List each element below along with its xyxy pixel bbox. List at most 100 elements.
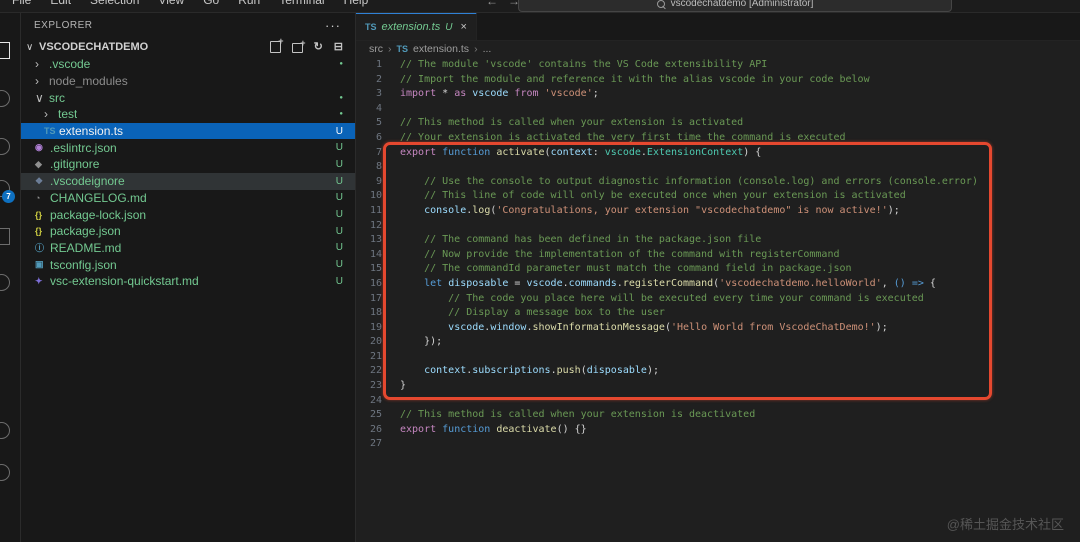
code-line[interactable]: 4 xyxy=(356,102,1080,117)
tree-item-CHANGELOG.md[interactable]: ◔ CHANGELOG.md U xyxy=(20,190,355,207)
git-modified-dot-icon: ● xyxy=(339,61,343,68)
code-text: vscode.window.showInformationMessage('He… xyxy=(448,321,888,333)
code-line[interactable]: 13 // The command has been defined in th… xyxy=(356,233,1080,248)
menu-item-terminal[interactable]: Terminal xyxy=(279,0,324,7)
code-line[interactable]: 7 export function activate(context: vscod… xyxy=(356,146,1080,161)
code-text: } xyxy=(400,380,407,392)
code-line[interactable]: 3 import * as vscode from 'vscode'; xyxy=(356,87,1080,102)
git-untracked-badge: U xyxy=(335,225,343,237)
tree-item-extension.ts[interactable]: TS extension.ts U xyxy=(20,122,355,140)
code-line[interactable]: 26 export function deactivate() {} xyxy=(356,423,1080,438)
search-icon[interactable] xyxy=(0,90,10,107)
chevron-right-icon: › xyxy=(474,43,478,55)
tab-extension-ts[interactable]: TS extension.ts U × xyxy=(356,12,477,40)
code-line[interactable]: 1 // The module 'vscode' contains the VS … xyxy=(356,58,1080,73)
git-untracked-badge: U xyxy=(445,21,453,33)
code-line[interactable]: 2 // Import the module and reference it w… xyxy=(356,73,1080,88)
go-back-icon[interactable]: ← xyxy=(486,0,498,8)
code-line[interactable]: 16 let disposable = vscode.commands.regi… xyxy=(356,277,1080,292)
explorer-icon[interactable] xyxy=(0,42,10,59)
line-number: 17 xyxy=(369,292,382,304)
line-number: 24 xyxy=(369,394,382,406)
code-line[interactable]: 21 xyxy=(356,350,1080,365)
code-line[interactable]: 8 xyxy=(356,160,1080,175)
menu-item-edit[interactable]: Edit xyxy=(50,0,71,7)
tree-item-vsc-extension-quickstart.md[interactable]: ✦ vsc-extension-quickstart.md U xyxy=(20,273,355,290)
code-line[interactable]: 10 // This line of code will only be exe… xyxy=(356,189,1080,204)
tree-item-.gitignore[interactable]: ◆ .gitignore U xyxy=(20,156,355,173)
code-line[interactable]: 5 // This method is called when your exte… xyxy=(356,116,1080,131)
code-line[interactable]: 12 xyxy=(356,219,1080,234)
collapse-all-icon[interactable]: ⊟ xyxy=(334,42,343,53)
command-center-text: vscodechatdemo [Administrator] xyxy=(670,0,814,9)
line-number: 7 xyxy=(375,146,382,158)
breadcrumb-src[interactable]: src xyxy=(369,43,383,55)
breadcrumb-symbol[interactable]: ... xyxy=(483,43,492,55)
code-line[interactable]: 9 // Use the console to output diagnosti… xyxy=(356,175,1080,190)
tree-item-package-lock.json[interactable]: {} package-lock.json U xyxy=(20,206,355,223)
remote-explorer-icon[interactable] xyxy=(0,274,10,291)
new-file-icon[interactable] xyxy=(269,36,284,53)
tab-bar: TS extension.ts U × xyxy=(356,12,1080,41)
code-line[interactable]: 24 xyxy=(356,394,1080,409)
new-folder-icon[interactable] xyxy=(291,38,306,53)
menu-item-help[interactable]: Help xyxy=(344,0,369,7)
tree-item-.vscode[interactable]: › .vscode ● xyxy=(20,56,355,73)
code-line[interactable]: 17 // The code you place here will be ex… xyxy=(356,292,1080,307)
source-control-icon[interactable] xyxy=(0,138,10,155)
code-line[interactable]: 14 // Now provide the implementation of … xyxy=(356,248,1080,263)
code-line[interactable]: 27 xyxy=(356,437,1080,452)
tree-item-.vscodeignore[interactable]: ❖ .vscodeignore U xyxy=(20,172,355,190)
menu-item-go[interactable]: Go xyxy=(203,0,219,7)
menu-item-file[interactable]: File xyxy=(12,0,31,7)
line-number: 11 xyxy=(369,204,382,216)
explorer-actions: ↻ ⊟ xyxy=(269,36,355,53)
code-line[interactable]: 6 // Your extension is activated the very… xyxy=(356,131,1080,146)
line-number: 16 xyxy=(369,277,382,289)
menu-item-run[interactable]: Run xyxy=(238,0,260,7)
explorer-sidebar: EXPLORER ··· ∨ VSCODECHATDEMO ↻ ⊟ › .vsco… xyxy=(20,12,356,542)
tree-item-test[interactable]: › test ● xyxy=(20,106,355,123)
code-line[interactable]: 15 // The commandId parameter must match… xyxy=(356,262,1080,277)
refresh-icon[interactable]: ↻ xyxy=(314,42,323,53)
breadcrumb-file[interactable]: extension.ts xyxy=(413,43,469,55)
tree-item-.eslintrc.json[interactable]: ◉ .eslintrc.json U xyxy=(20,139,355,156)
explorer-root-folder[interactable]: ∨ VSCODECHATDEMO ↻ ⊟ xyxy=(20,36,355,56)
code-line[interactable]: 23} xyxy=(356,379,1080,394)
account-icon[interactable] xyxy=(0,422,10,439)
code-line[interactable]: 22 context.subscriptions.push(disposable… xyxy=(356,364,1080,379)
tree-item-tsconfig.json[interactable]: ▣ tsconfig.json U xyxy=(20,256,355,273)
tree-item-package.json[interactable]: {} package.json U xyxy=(20,223,355,240)
tsconfig-file-icon: ▣ xyxy=(35,259,44,270)
code-line[interactable]: 18 // Display a message box to the user xyxy=(356,306,1080,321)
chevron-right-icon: › xyxy=(35,74,39,89)
code-line[interactable]: 25 // This method is called when your ext… xyxy=(356,408,1080,423)
code-line[interactable]: 11 console.log('Congratulations, your ex… xyxy=(356,204,1080,219)
menu-item-view[interactable]: View xyxy=(158,0,184,7)
code-line[interactable]: 19 vscode.window.showInformationMessage(… xyxy=(356,321,1080,336)
line-number: 22 xyxy=(369,365,382,377)
code-lines[interactable]: 1 // The module 'vscode' contains the VS … xyxy=(356,58,1080,542)
close-icon[interactable]: × xyxy=(460,21,466,33)
tree-item-src[interactable]: ∨ src ● xyxy=(20,89,355,106)
file-label: .vscode xyxy=(49,57,91,72)
more-actions-icon[interactable]: ··· xyxy=(325,18,341,33)
chevron-right-icon: › xyxy=(388,43,392,55)
command-center-search[interactable]: vscodechatdemo [Administrator] xyxy=(518,0,952,12)
code-text: }); xyxy=(400,336,443,348)
tree-item-node_modules[interactable]: › node_modules xyxy=(20,73,355,90)
file-label: CHANGELOG.md xyxy=(50,190,147,205)
breadcrumb[interactable]: src › TS extension.ts › ... xyxy=(356,41,1080,57)
vscode-file-icon: ❖ xyxy=(35,175,44,186)
root-folder-label: VSCODECHATDEMO xyxy=(39,41,149,53)
tree-item-README.md[interactable]: ⓘ README.md U xyxy=(20,240,355,257)
extensions-icon[interactable] xyxy=(0,228,10,245)
settings-gear-icon[interactable] xyxy=(0,464,10,481)
menu-item-selection[interactable]: Selection xyxy=(90,0,139,7)
line-number: 20 xyxy=(369,336,382,348)
code-line[interactable]: 20 }); xyxy=(356,335,1080,350)
line-number: 2 xyxy=(375,73,382,85)
